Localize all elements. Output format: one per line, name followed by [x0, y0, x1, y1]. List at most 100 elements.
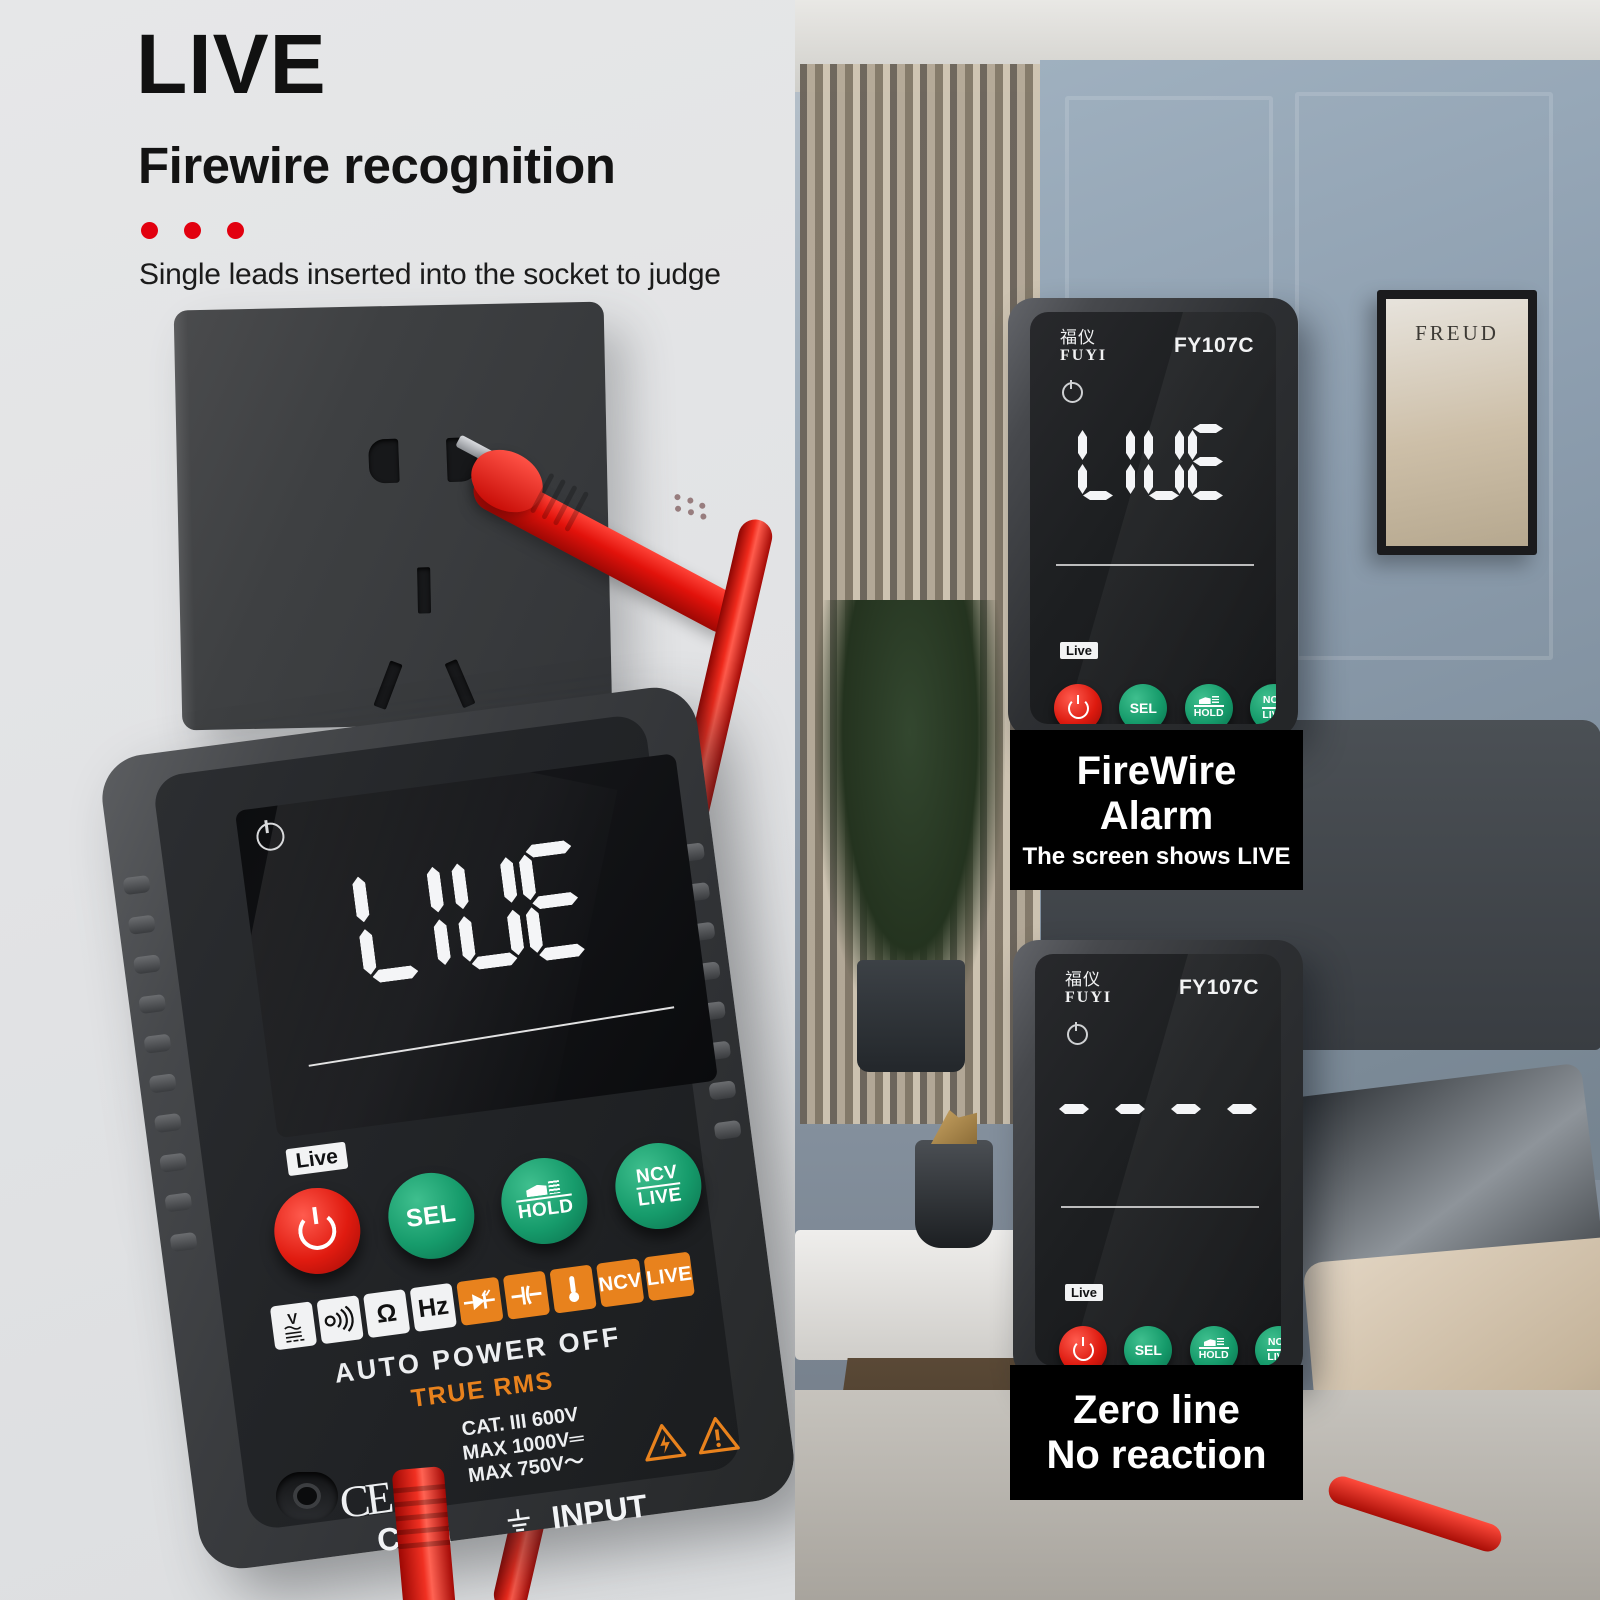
- svg-text:V: V: [287, 1310, 299, 1328]
- right-panel: FREUD 福仪 FUYI FY107C Live SEL HOLD NC LI…: [795, 0, 1600, 1600]
- brand-en-label: FUYI: [1065, 989, 1113, 1006]
- socket-hole-angled-left: [373, 660, 403, 710]
- inset-button-row: SEL HOLD NCV LIVE: [1054, 684, 1276, 724]
- sel-button[interactable]: SEL: [382, 1167, 480, 1265]
- decor-vase: [915, 1140, 993, 1248]
- temperature-icon: [549, 1264, 597, 1314]
- hand-press-icon: [1204, 1338, 1224, 1347]
- power-icon: [296, 1209, 339, 1253]
- socket-hole-top: [417, 567, 432, 614]
- dash-segment: [1115, 1104, 1145, 1114]
- hold-button-label: HOLD: [516, 1193, 575, 1224]
- ncv-icon: NCV: [595, 1258, 645, 1308]
- hertz-icon: Hz: [409, 1282, 457, 1333]
- ce-mark-icon: CE: [336, 1472, 393, 1529]
- inset-dash-readout: [1035, 1104, 1281, 1114]
- warning-icons: [640, 1413, 740, 1463]
- capacitance-icon: [502, 1270, 551, 1320]
- voltage-icon: V: [269, 1301, 318, 1351]
- inset-segment-readout: [1030, 424, 1276, 500]
- poster-title: FREUD: [1415, 321, 1499, 345]
- caution-warning-icon: [694, 1413, 741, 1456]
- hold-button[interactable]: HOLD: [1189, 1326, 1238, 1366]
- rating-block: CAT. III 600V MAX 1000V═ MAX 750V～: [458, 1403, 588, 1489]
- caption-sub: The screen shows LIVE: [1022, 842, 1291, 870]
- ncv-label: NCV: [1262, 693, 1276, 706]
- live-label: LIVE: [1267, 1348, 1281, 1364]
- decorative-dots: [141, 222, 244, 239]
- sel-button[interactable]: SEL: [1119, 684, 1168, 724]
- dot-icon: [184, 222, 201, 239]
- caption-line1: Zero line: [1073, 1387, 1240, 1432]
- hold-button-label: HOLD: [1193, 705, 1224, 720]
- segment-char-U: [449, 847, 526, 972]
- brand-cn-label: 福仪: [1065, 970, 1101, 990]
- dash-segment: [1171, 1104, 1201, 1114]
- power-button[interactable]: [1059, 1326, 1107, 1366]
- plant-pot: [857, 960, 965, 1072]
- power-button[interactable]: [269, 1182, 366, 1280]
- socket-hole-angled-right: [444, 659, 476, 709]
- power-icon: [1067, 694, 1089, 719]
- multimeter-inset-live: 福仪 FUYI FY107C Live SEL HOLD NC LIV: [1008, 298, 1298, 738]
- live-icon-label: LIVE: [645, 1262, 694, 1291]
- sel-button-label: SEL: [404, 1198, 458, 1233]
- caption-line2: No reaction: [1046, 1432, 1267, 1477]
- dash-segment: [1059, 1104, 1089, 1114]
- segment-char-L: [1078, 424, 1118, 500]
- hold-button[interactable]: HOLD: [1184, 684, 1233, 724]
- ncv-live-button[interactable]: NCV LIVE: [610, 1137, 707, 1235]
- com-jack[interactable]: [276, 1472, 338, 1520]
- power-indicator-icon: [1067, 1022, 1088, 1045]
- high-voltage-warning-icon: [640, 1420, 687, 1463]
- caption-firewire-alarm: FireWire Alarm The screen shows LIVE: [1010, 730, 1303, 890]
- ground-symbol-icon: [502, 1506, 535, 1536]
- multimeter-face: Live SEL HOLD NCV LIVE V Ω Hz NCV LIVE A…: [151, 712, 743, 1559]
- framed-poster: FREUD: [1377, 290, 1537, 555]
- ohm-icon: Ω: [363, 1289, 411, 1339]
- diode-icon: [456, 1276, 504, 1326]
- continuity-icon: [316, 1295, 364, 1345]
- live-label: LIVE: [1262, 706, 1276, 722]
- sel-button-label: SEL: [1129, 700, 1157, 716]
- lcd-display: [234, 753, 719, 1139]
- hand-press-icon: [1199, 696, 1219, 705]
- left-panel: LIVE Firewire recognition Single leads i…: [0, 0, 795, 1600]
- power-icon: [1072, 1336, 1094, 1361]
- segment-char-U: [1144, 424, 1184, 500]
- ncv-icon-label: NCV: [597, 1269, 644, 1297]
- segment-char-E: [517, 839, 594, 964]
- dot-icon: [141, 222, 158, 239]
- segment-char-I: [1122, 424, 1140, 500]
- screen-glare: [1059, 954, 1281, 1366]
- brand-en-label: FUYI: [1060, 347, 1108, 364]
- multimeter-inset-zero: 福仪 FUYI FY107C Live SEL HOLD NC LIV: [1013, 940, 1303, 1380]
- poster-art: FREUD: [1386, 299, 1528, 546]
- power-indicator-icon: [1062, 380, 1083, 403]
- inset-face: 福仪 FUYI FY107C Live SEL HOLD NC LIV: [1035, 954, 1281, 1366]
- socket-hole-left: [368, 438, 400, 484]
- model-label: FY107C: [1173, 334, 1254, 357]
- multimeter-main: Live SEL HOLD NCV LIVE V Ω Hz NCV LIVE A…: [97, 682, 795, 1574]
- ncv-live-button[interactable]: NCV LIVE: [1249, 684, 1276, 724]
- subheadline: Firewire recognition: [138, 137, 616, 194]
- ncv-live-button[interactable]: NCV LIVE: [1254, 1326, 1281, 1366]
- hold-button[interactable]: HOLD: [496, 1152, 593, 1250]
- model-label: FY107C: [1178, 976, 1259, 999]
- inset-face: 福仪 FUYI FY107C Live SEL HOLD NC LIV: [1030, 312, 1276, 724]
- live-status-badge: Live: [1065, 1284, 1104, 1301]
- headline: LIVE: [136, 17, 327, 111]
- caption-line2: Alarm: [1099, 794, 1214, 838]
- tagline: Single leads inserted into the socket to…: [139, 258, 721, 291]
- ncv-label: NCV: [1267, 1335, 1281, 1348]
- dot-icon: [227, 222, 244, 239]
- power-button[interactable]: [1054, 684, 1102, 724]
- live-icon: LIVE: [643, 1251, 695, 1302]
- product-marketing-image: LIVE Firewire recognition Single leads i…: [0, 0, 1600, 1600]
- live-status-badge: Live: [1060, 642, 1099, 659]
- inset-button-row: SEL HOLD NCV LIVE: [1059, 1326, 1281, 1366]
- screen-glare: [1054, 312, 1276, 724]
- sel-button[interactable]: SEL: [1124, 1326, 1173, 1366]
- segment-char-L: [350, 860, 427, 985]
- lcd-baseline: [1061, 1206, 1259, 1208]
